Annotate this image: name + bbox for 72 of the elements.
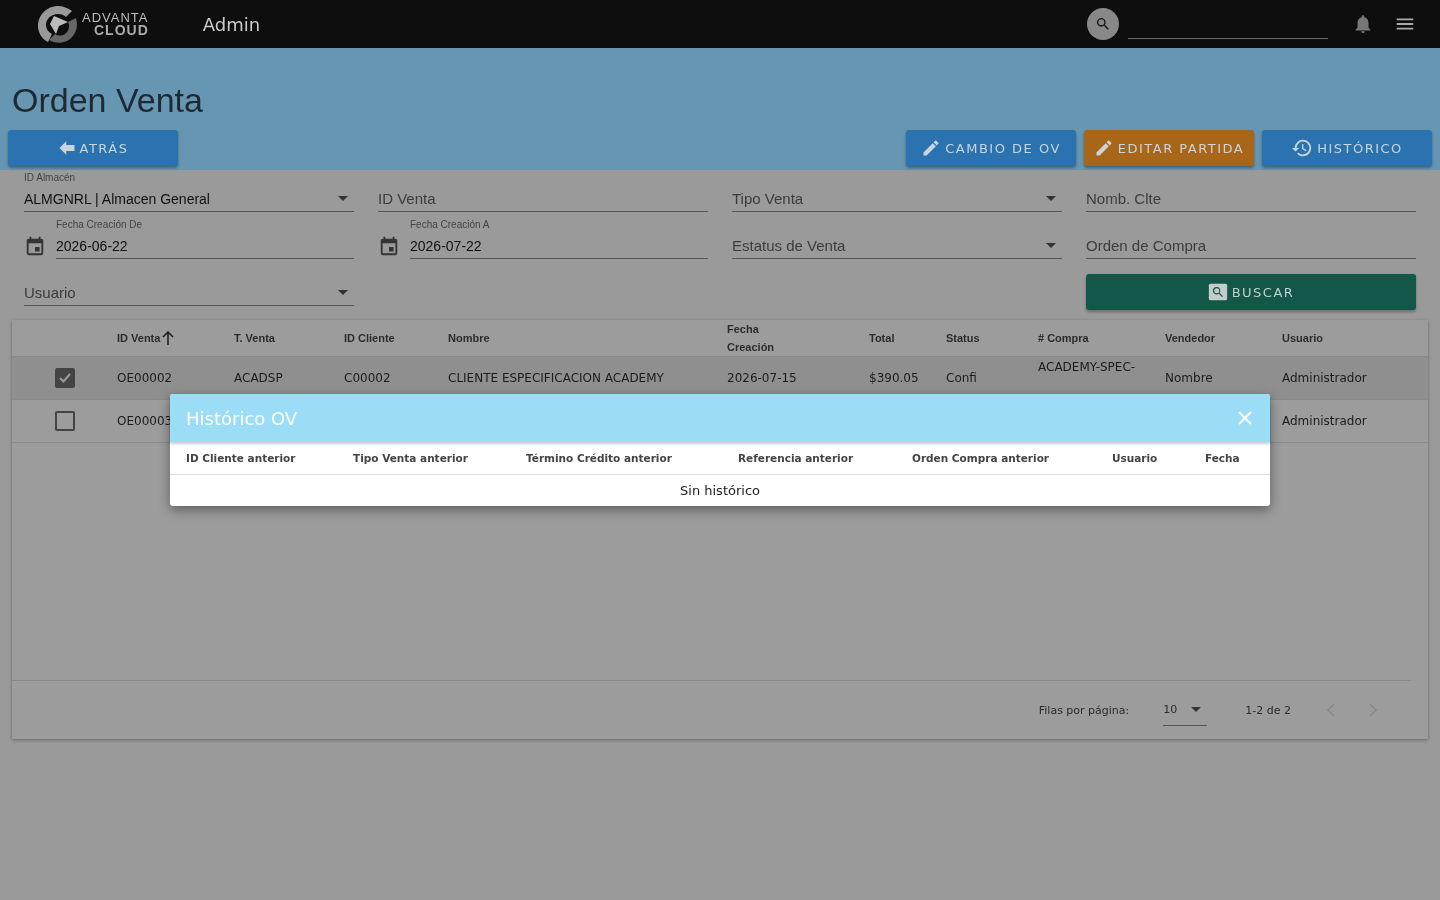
input-field[interactable]: ID Venta — [378, 186, 708, 212]
dropdown-caret-icon — [1191, 707, 1202, 712]
input-field[interactable]: Nomb. Clte — [1086, 186, 1416, 212]
field-label: Fecha Creación De — [56, 219, 143, 230]
column-header[interactable]: Total — [869, 332, 895, 344]
empty-message: Sin histórico — [680, 483, 760, 498]
field-label: ID Almacén — [24, 172, 76, 183]
table-cell: C00002 — [344, 371, 391, 385]
input-field[interactable]: 2026-07-22 — [410, 233, 708, 259]
dropdown-field[interactable]: Estatus de Venta — [732, 233, 1062, 259]
table-cell: ACADSP — [234, 371, 283, 385]
search-button[interactable]: BUSCAR — [1086, 274, 1416, 310]
column-header: Referencia anterior — [738, 452, 854, 464]
dropdown-caret-icon — [338, 290, 348, 295]
logo-icon — [36, 4, 80, 44]
column-header: ID Cliente anterior — [186, 452, 296, 464]
input-field[interactable]: 2026-06-22 — [56, 233, 354, 259]
calendar-icon[interactable] — [24, 235, 46, 257]
app-title: Admin — [202, 13, 262, 35]
column-header[interactable]: Usuario — [1282, 332, 1323, 344]
back-button[interactable]: ATRÁS — [8, 130, 178, 166]
column-header: Tipo Venta anterior — [353, 452, 468, 464]
column-header[interactable]: # Compra — [1038, 332, 1089, 344]
dropdown-caret-icon — [1046, 196, 1056, 201]
table-cell: OE00002 — [117, 371, 173, 385]
column-header[interactable]: ID Cliente — [344, 332, 395, 344]
dropdown-field[interactable]: Usuario — [24, 280, 354, 306]
column-header: Usuario — [1112, 452, 1158, 464]
calendar-icon[interactable] — [378, 235, 400, 257]
column-header[interactable]: Vendedor — [1165, 332, 1216, 344]
column-header: Término Crédito anterior — [526, 452, 672, 464]
dropdown-caret-icon — [338, 196, 348, 201]
check-icon — [58, 373, 71, 383]
sort-arrow-icon[interactable] — [162, 331, 175, 345]
dropdown-field[interactable]: ALMGNRL | Almacen General — [24, 186, 354, 212]
edit-button[interactable]: EDITAR PARTIDA — [1084, 130, 1254, 166]
table-cell: Administrador — [1282, 371, 1367, 385]
column-header[interactable]: Nombre — [448, 332, 490, 344]
checkbox[interactable] — [54, 368, 75, 388]
page-title: Orden Venta — [12, 81, 204, 120]
table-cell: Nombre — [1165, 371, 1213, 385]
table-cell: 2026-07-15 — [727, 371, 797, 385]
rows-per-page-select[interactable]: 10 — [1163, 694, 1208, 726]
arrow-left-icon — [57, 139, 76, 157]
column-header[interactable]: T. Venta — [234, 332, 275, 344]
dialog-header: Histórico OV — [170, 394, 1270, 442]
checkbox[interactable] — [54, 411, 75, 431]
field-label: Fecha Creación A — [410, 219, 490, 230]
column-header: Fecha — [1205, 452, 1240, 464]
table-cell: OE00003 — [117, 414, 173, 428]
logo-text: ADVANTA — [82, 12, 149, 24]
table-cell: $390.05 — [869, 371, 919, 385]
rows-per-page-label: Filas por página: — [1038, 703, 1130, 717]
column-header[interactable]: Fecha Creación — [727, 320, 779, 356]
history-icon — [1291, 137, 1314, 159]
table-cell: CLIENTE ESPECIFICACION ACADEMY — [448, 371, 664, 385]
search-icon — [1095, 16, 1111, 32]
logo-text: CLOUD — [93, 24, 149, 36]
table-cell: Confi — [946, 371, 977, 385]
search-button[interactable] — [1087, 8, 1119, 40]
table-cell: Administrador — [1282, 414, 1367, 428]
column-header[interactable]: ID Venta — [117, 332, 161, 344]
dropdown-caret-icon — [1046, 243, 1056, 248]
dropdown-field[interactable]: Tipo Venta — [732, 186, 1062, 212]
page-range: 1-2 de 2 — [1245, 703, 1291, 717]
table-cell-text: ACADEMY-SPEC- — [1038, 359, 1136, 374]
column-header: Orden Compra anterior — [912, 452, 1050, 464]
history-button[interactable]: HISTÓRICO — [1262, 130, 1432, 166]
search-icon — [1207, 282, 1228, 302]
edit-button[interactable]: CAMBIO DE OV — [906, 130, 1076, 166]
input-field[interactable]: Orden de Compra — [1086, 233, 1416, 259]
column-header[interactable]: Status — [946, 332, 980, 344]
